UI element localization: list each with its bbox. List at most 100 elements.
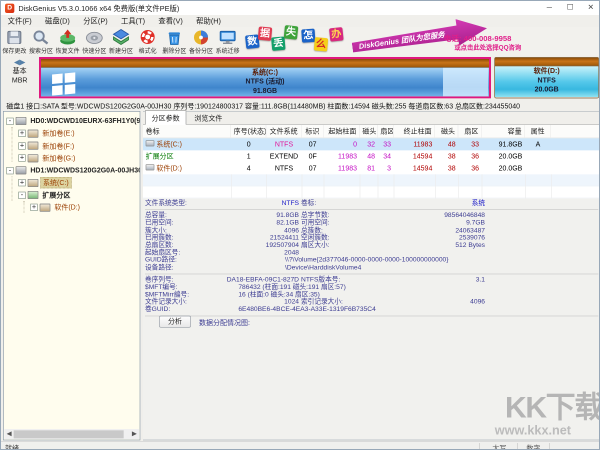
detail-row: 总容量: 91.8GB 总字节数: 98564046848 [143,212,599,219]
column-header-0[interactable]: 卷标 [143,125,232,138]
column-header-5[interactable]: 磁头 [360,125,378,138]
detail-value: 6E480BE6-4BCE-4EA3-A33E-1319F6B735C4 [238,305,376,314]
menu-item-5[interactable]: 帮助(H) [189,16,227,27]
cell-fs: EXTEND [269,152,299,161]
scroll-left-arrow[interactable]: ◀ [4,429,13,439]
cell-id: 07 [308,140,317,149]
table-row[interactable]: 软件(D:) 4 NTFS 07 11983 81 3 14594 38 36 20.0GB [143,162,599,174]
tree-item-扩展分区[interactable]: - 扩展分区 [18,189,72,201]
column-header-2[interactable]: 文件系统 [266,125,302,138]
analyze-button[interactable]: 分析 [159,315,192,328]
toolbar-button-search[interactable]: 搜索分区 [28,27,55,56]
detail-value: 3.1 [475,276,486,284]
column-header-7[interactable]: 终止柱面 [394,125,436,138]
column-header-8[interactable]: 磁头 [435,125,459,138]
column-header-11[interactable]: 属性 [525,125,552,138]
tab-partition-params[interactable]: 分区参数 [145,110,187,126]
cell-es: 36 [471,164,480,173]
toolbar-button-format[interactable]: 格式化 [134,27,161,56]
collapse-icon[interactable]: - [6,117,14,125]
column-header-6[interactable]: 扇区 [378,125,394,138]
column-header-1[interactable]: 序号(状态) [231,125,267,138]
watermark-url: www.kkx.net [494,423,572,438]
menu-item-3[interactable]: 工具(T) [114,16,151,27]
tree-label: HD1:WDCWDS120G2G0A-00JH30(11 [30,166,141,175]
detail-row: 已用空间: 82.1GB 可用空间: 9.7GB [143,219,599,226]
tree-item-新加卷(F:)[interactable]: + 新加卷(F:) [18,140,76,152]
minimize-button[interactable]: ─ [539,1,560,15]
ad-tile-3[interactable]: 失 [283,25,299,40]
maximize-button[interactable]: ☐ [560,1,581,15]
disk-nav: ◀▶ 基本 MBR [1,56,38,100]
toolbar-button-delete[interactable]: 删除分区 [161,27,188,56]
collapse-icon[interactable]: - [6,166,14,175]
ad-tile-4[interactable]: 怎 [301,28,316,43]
detail-value: \Device\HarddiskVolume4 [285,264,362,272]
detail-row: 文件系统类型: NTFS 卷标: 系统 [143,199,599,208]
delete-icon [168,32,180,45]
tree-label: 新加卷(F:) [42,142,75,151]
toolbar-label: 搜索分区 [29,48,54,55]
column-header-3[interactable]: 标识 [302,125,324,138]
toolbar-button-recover[interactable]: 恢复文件 [54,27,81,56]
watermark-title: KK下载 [505,390,600,425]
toolbar-button-save[interactable]: 保存更改 [1,27,28,56]
expand-icon[interactable]: + [30,203,38,212]
toolbar-button-backup[interactable]: 备份分区 [188,27,215,56]
partition-d-block[interactable]: 软件(D:) NTFS 20.0GB [494,57,599,99]
scroll-right-arrow[interactable]: ▶ [130,429,139,439]
menu-item-4[interactable]: 查看(V) [152,16,190,27]
menu-item-1[interactable]: 磁盘(D) [38,16,76,27]
tree-item-系统(C:)[interactable]: + 系统(C:) [18,177,72,189]
collapse-icon[interactable]: - [18,191,26,199]
menu-item-0[interactable]: 文件(F) [1,16,38,27]
vol-icon [27,178,39,187]
ad-phone-sub[interactable]: 或点击此处选择QQ咨询 [454,42,521,51]
vol-icon [27,129,39,138]
tree-item-软件(D:)[interactable]: + 软件(D:) [30,201,82,213]
ad-tile-5[interactable]: 么 [313,37,329,52]
format-icon [140,30,155,45]
scroll-thumb[interactable] [13,430,124,439]
table-row[interactable]: 扩展分区 1 EXTEND 0F 11983 48 34 14594 38 36 20.0GB [143,150,599,162]
ad-tile-6[interactable]: 办 [329,27,344,42]
detail-value: 512 Bytes [455,241,486,249]
column-header-4[interactable]: 起始柱面 [324,125,360,138]
partition-c-block[interactable]: 系统(C:) NTFS (活动) 91.8GB [39,57,492,99]
detail-label: GUID路径: [145,256,177,264]
column-header-10[interactable]: 容量 [482,125,526,138]
next-disk-arrow[interactable]: ▶ [20,58,26,66]
cell-sc: 0 [353,140,358,149]
expand-icon[interactable]: + [18,142,26,150]
detail-label: 卷标: [301,199,317,208]
toolbar-label: 删除分区 [162,48,187,55]
menu-item-2[interactable]: 分区(P) [77,16,115,27]
tree-item-新加卷(E:)[interactable]: + 新加卷(E:) [18,127,76,139]
tree-item-HD1:WDCWDS120G2G0A-00JH30(11[interactable]: - HD1:WDCWDS120G2G0A-00JH30(11 [6,164,140,176]
tab-browse-files[interactable]: 浏览文件 [188,111,228,124]
toolbar-label: 新建分区 [109,48,134,55]
cell-label: 软件(D:) [143,162,231,174]
title-bar: D DiskGenius V5.3.0.1066 x64 免费版(单文件PE版)… [1,1,599,16]
detail-label: NTFS版本号: [301,276,341,284]
status-ready: 就绪 [5,444,20,450]
column-header-9[interactable]: 扇区 [458,125,482,138]
tree-hscrollbar[interactable]: ◀ ▶ [4,429,140,440]
expand-icon[interactable]: + [18,154,26,162]
expand-icon[interactable]: + [18,179,26,187]
tree-label: HD0:WDCWD10EURX-63FH1Y0(932G [30,117,141,126]
toolbar-button-migrate[interactable]: 系统迁移 [214,27,241,56]
ad-tile-1[interactable]: 据 [257,26,273,41]
detail-value: 2539076 [459,234,486,242]
ad-tile-2[interactable]: 丢 [271,36,286,51]
toolbar-button-quick[interactable]: 快速分区 [81,27,108,56]
cell-fs: NTFS [274,140,294,149]
disk-map: ◀▶ 基本 MBR 系统(C:) NTFS (活动) 91.8GB 软件(D:)… [1,55,599,100]
table-row[interactable]: 系统(C:) 0 NTFS 07 0 32 33 11983 48 33 91.8GB A [143,138,599,151]
tree-item-HD0:WDCWD10EURX-63FH1Y0(932G[interactable]: - HD0:WDCWD10EURX-63FH1Y0(932G [6,115,140,127]
toolbar-button-new[interactable]: 新建分区 [108,27,135,56]
close-button[interactable]: ✕ [580,1,599,15]
detail-row: 卷序列号: DA18-EBFA-09C1-827D NTFS版本号: 3.1 [143,276,599,284]
tree-item-新加卷(G:)[interactable]: + 新加卷(G:) [18,152,77,164]
expand-icon[interactable]: + [18,129,26,138]
